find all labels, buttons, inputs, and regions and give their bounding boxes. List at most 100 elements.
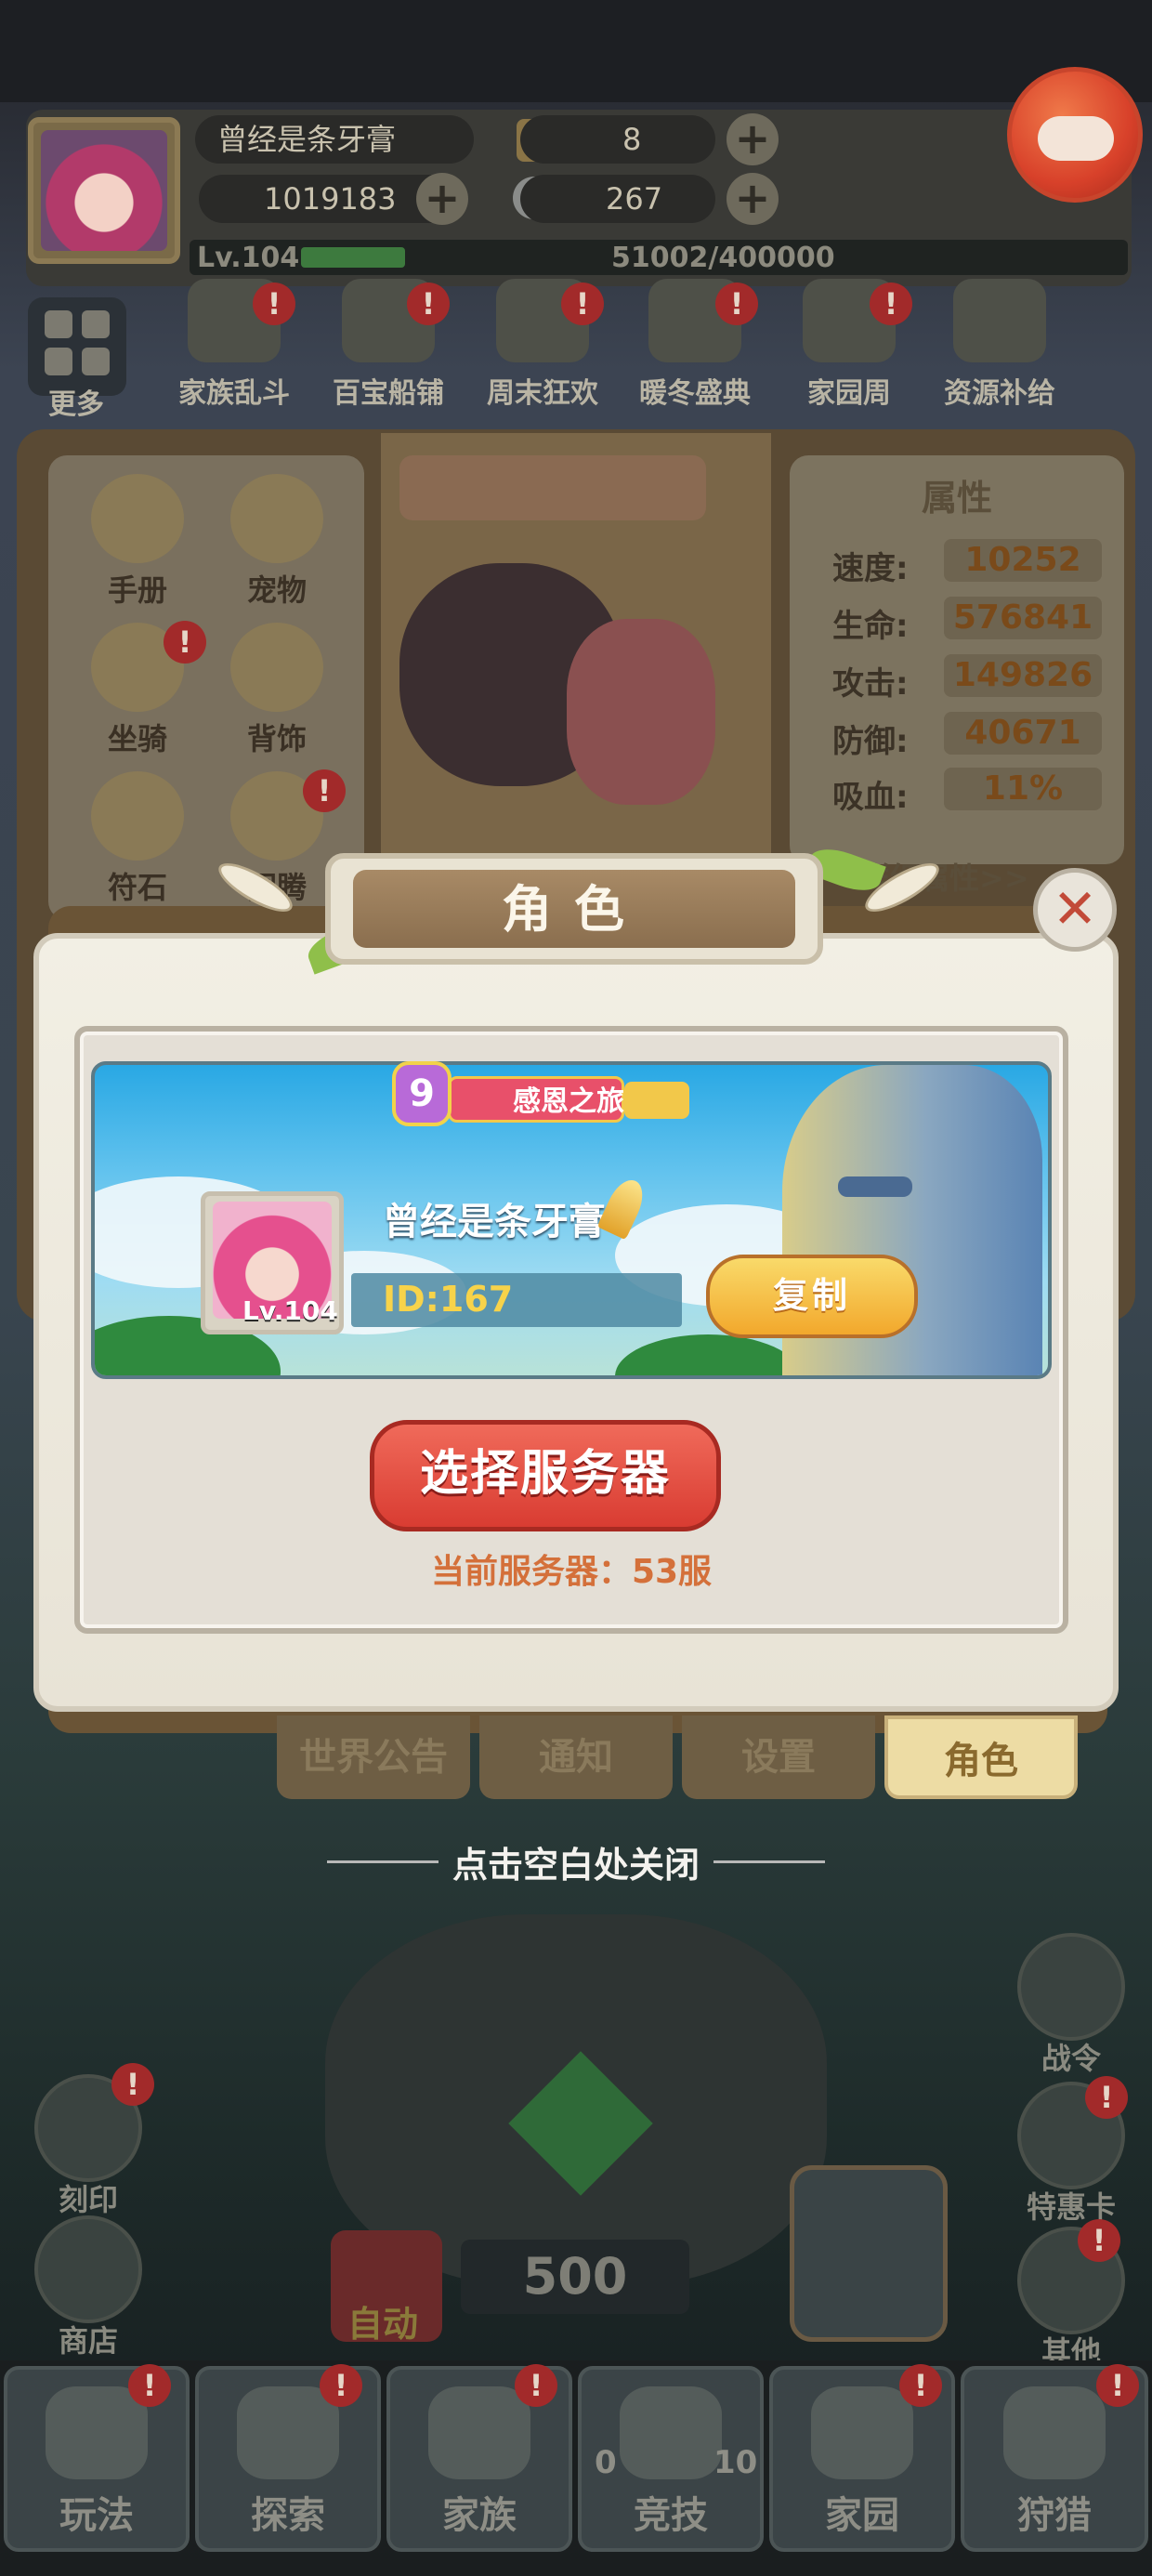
tab-notifications[interactable]: 通知 (479, 1715, 673, 1799)
side-item-label: 坐骑 (107, 721, 167, 756)
nav-label: 探索 (251, 2494, 325, 2537)
event-badge: ! (253, 283, 295, 325)
badge-text: 感恩之旅 (513, 1085, 624, 1118)
dino-icon (1003, 2386, 1106, 2479)
side-item-label: 手册 (107, 572, 167, 608)
nav-badge: ! (515, 2364, 557, 2407)
event-title-badge: 9 感恩之旅 (392, 1061, 699, 1136)
side-item-handbook[interactable]: 手册 (72, 474, 203, 613)
tab-world-notice[interactable]: 世界公告 (277, 1715, 470, 1799)
attr-row: 速度: 10252 (805, 535, 1111, 587)
avatar-image (41, 130, 167, 251)
close-hint: 点击空白处关闭 (452, 1845, 700, 1886)
side-button-label: 特惠卡 (1026, 2189, 1116, 2225)
nav-label: 玩法 (59, 2494, 134, 2537)
ticket-pill: 8 (520, 115, 715, 164)
nav-badge: ! (128, 2364, 171, 2407)
player-name: 曾经是条牙膏 (383, 1201, 606, 1243)
attribute-title: 属性 (921, 478, 992, 519)
side-button-label: 商店 (58, 2323, 118, 2359)
hero-slot[interactable] (790, 2165, 948, 2342)
event-label: 百宝船铺 (333, 377, 444, 410)
badge-number: 9 (392, 1061, 452, 1126)
bush (615, 1334, 801, 1375)
event-icon (953, 279, 1046, 362)
side-item-label: 宠物 (246, 572, 307, 608)
side-badge: ! (1085, 2076, 1128, 2119)
tab-settings[interactable]: 设置 (682, 1715, 875, 1799)
mask-icon (46, 2386, 148, 2479)
side-item-back-ornament[interactable]: 背饰 (212, 623, 342, 762)
event-label: 家园周 (807, 377, 891, 410)
player-id: ID:167 (383, 1279, 514, 1320)
wings-icon (230, 623, 323, 712)
gamepad-icon (1038, 116, 1114, 161)
player-name-pill: 曾经是条牙膏 (195, 115, 474, 164)
nav-label: 家园 (825, 2494, 899, 2537)
side-badge: ! (111, 2063, 154, 2106)
add-ticket-button[interactable]: + (727, 113, 779, 165)
event-resource-supply[interactable]: 资源补给 (925, 279, 1074, 418)
status-strip (0, 0, 1152, 102)
side-button-label: 战令 (1041, 2041, 1101, 2076)
player-level: Lv.104 (197, 242, 300, 274)
attr-row: 防御: 40671 (805, 708, 1111, 760)
nav-badge: ! (1096, 2364, 1139, 2407)
dialog-title: 角色 (502, 880, 647, 939)
hud-player-name: 曾经是条牙膏 (217, 122, 397, 157)
shell-pill: 267 (520, 175, 715, 223)
title-badge-behind (399, 455, 706, 520)
more-label: 更多 (48, 388, 104, 421)
side-item-label: 背饰 (246, 721, 307, 756)
shop-icon (34, 2215, 142, 2323)
attr-row: 生命: 576841 (805, 593, 1111, 645)
event-label: 资源补给 (944, 377, 1055, 410)
arena-right-count: 10 (713, 2444, 758, 2481)
add-shell-button[interactable]: + (727, 173, 779, 225)
player-portrait: Lv.104 (201, 1191, 344, 1334)
nav-label: 狩猎 (1017, 2494, 1092, 2537)
side-button-label: 刻印 (58, 2182, 118, 2217)
tab-role[interactable]: 角色 (884, 1715, 1078, 1799)
map-icon (237, 2386, 339, 2479)
player-avatar[interactable] (28, 117, 180, 264)
arena-left-count: 0 (595, 2444, 617, 2481)
attr-row: 吸血: 11% (805, 764, 1111, 816)
shop-button[interactable]: 商店 (28, 2215, 149, 2360)
side-badge: ! (1078, 2219, 1120, 2262)
book-icon (91, 474, 184, 563)
event-badge: ! (715, 283, 758, 325)
event-badge: ! (407, 283, 450, 325)
side-badge: ! (164, 621, 206, 664)
shell-amount: 267 (606, 181, 663, 217)
event-label: 暖冬盛典 (639, 377, 751, 410)
attr-row: 攻击: 149826 (805, 651, 1111, 703)
exp-text: 51002/400000 (611, 242, 835, 274)
stage-counter: 500 (461, 2240, 689, 2314)
home-icon (811, 2386, 913, 2479)
copy-id-button[interactable]: 复制 (706, 1255, 918, 1338)
add-gold-button[interactable]: + (416, 173, 468, 225)
ticket-amount: 8 (622, 122, 642, 157)
game-screen: 曾经是条牙膏 1019183 + 8 + 267 + Lv.104 51002/… (0, 0, 1152, 2576)
side-item-rune[interactable]: 符石 (72, 771, 203, 911)
nav-label: 家族 (442, 2494, 517, 2537)
auto-label: 自动 (347, 2304, 419, 2345)
close-button[interactable]: ✕ (1033, 868, 1117, 952)
event-label: 周末狂欢 (487, 377, 598, 410)
select-server-button[interactable]: 选择服务器 (370, 1420, 721, 1531)
side-item-pet[interactable]: 宠物 (212, 474, 342, 613)
portrait-level: Lv.104 (242, 1295, 338, 1326)
gamepad-button[interactable] (1007, 67, 1143, 203)
side-item-label: 符石 (107, 870, 167, 905)
gem-icon (508, 2051, 653, 2196)
event-label: 家族乱斗 (178, 377, 290, 410)
star-shield-icon (1017, 1933, 1125, 2041)
battle-pass-button[interactable]: 战令 (1011, 1933, 1132, 2078)
rune-icon (91, 771, 184, 861)
current-server: 当前服务器：53服 (430, 1553, 713, 1591)
nav-badge: ! (320, 2364, 362, 2407)
nav-label: 竞技 (634, 2494, 708, 2537)
swords-icon (620, 2386, 722, 2479)
pet-icon (230, 474, 323, 563)
